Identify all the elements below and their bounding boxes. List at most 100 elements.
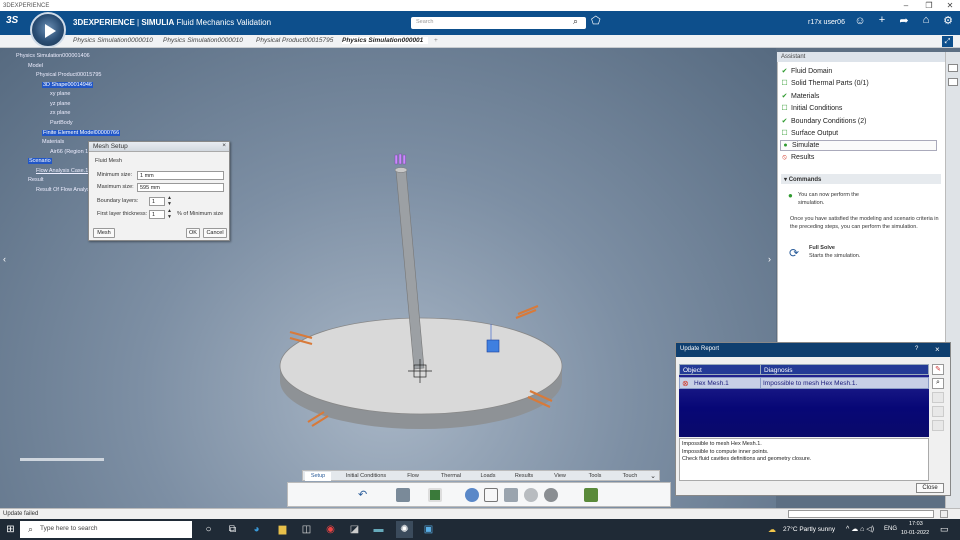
tree-item-result-flow[interactable]: Result Of Flow Analysis: [36, 187, 88, 193]
chrome-icon[interactable]: ◉: [322, 521, 339, 538]
step-fluid-domain[interactable]: ✔ Fluid Domain: [780, 67, 833, 75]
compass-icon[interactable]: [30, 12, 66, 48]
command-toggle-icon[interactable]: [940, 510, 948, 518]
mesh-button[interactable]: Mesh: [93, 228, 115, 238]
first-layer-spinner[interactable]: ▲ ▼: [167, 208, 172, 220]
share-icon[interactable]: ➦: [896, 14, 912, 27]
commands-header[interactable]: ▾ Commands: [781, 174, 941, 184]
close-window-icon[interactable]: ✕: [936, 0, 960, 11]
render-icon[interactable]: [544, 488, 558, 502]
tree-item-partbody[interactable]: PartBody: [50, 120, 73, 126]
chevron-down-icon[interactable]: ⌄: [647, 472, 659, 481]
scroll-left-icon[interactable]: ‹: [3, 254, 6, 264]
mesh-icon[interactable]: [396, 488, 410, 502]
tree-item-3d-shape[interactable]: 3D Shape00014946: [42, 82, 93, 88]
tray-icons[interactable]: ^ ☁ ⌂ ◁): [846, 525, 874, 533]
tab-tools[interactable]: Tools: [585, 472, 605, 481]
tab-physical-product[interactable]: Physical Product00015795: [256, 37, 338, 44]
first-layer-input[interactable]: 1: [149, 210, 165, 219]
tree-item-fem[interactable]: Finite Element Model00000766: [42, 130, 121, 136]
file-explorer-icon[interactable]: ▆: [274, 521, 291, 538]
new-tab-button[interactable]: +: [434, 37, 438, 44]
app2-icon[interactable]: ▣: [420, 521, 437, 538]
tree-item-physical-product[interactable]: Physical Product00015795: [36, 72, 101, 78]
step-surface-output[interactable]: ☐ Surface Output: [780, 129, 838, 137]
search-icon[interactable]: ⌕: [573, 16, 578, 27]
tree-item-result[interactable]: Result: [28, 177, 44, 183]
store-icon[interactable]: ◫: [298, 521, 315, 538]
panel-list-icon[interactable]: [948, 78, 958, 86]
step-boundary-conditions[interactable]: ✔ Boundary Conditions (2): [780, 117, 867, 125]
tree-item-scenario[interactable]: Scenario: [28, 158, 52, 164]
tab-thermal[interactable]: Thermal: [439, 472, 463, 481]
tab-results[interactable]: Results: [511, 472, 537, 481]
task-view-icon[interactable]: ⧉: [224, 521, 241, 538]
clock-time[interactable]: 17:03: [909, 521, 923, 527]
table-row[interactable]: ⊗ Hex Mesh.1 Impossible to mesh Hex Mesh…: [679, 377, 929, 389]
tree-item-xy-plane[interactable]: xy plane: [50, 91, 71, 97]
tab-view[interactable]: View: [551, 472, 569, 481]
photos-icon[interactable]: ▬: [370, 521, 387, 538]
boundary-layers-spinner[interactable]: ▲ ▼: [167, 195, 172, 207]
simulate-icon[interactable]: [584, 488, 598, 502]
close-button[interactable]: Close: [916, 483, 944, 493]
tree-icon[interactable]: [484, 488, 498, 502]
cortana-icon[interactable]: ○: [200, 521, 217, 538]
3dexperience-task-icon[interactable]: ✺: [396, 521, 413, 538]
language-indicator[interactable]: ENG: [884, 526, 897, 532]
close-dialog-icon[interactable]: ×: [935, 345, 940, 354]
step-simulate[interactable]: ● Simulate: [780, 140, 937, 151]
display-icon[interactable]: [428, 488, 442, 502]
col-diagnosis[interactable]: Diagnosis: [764, 367, 793, 374]
tree-item-root[interactable]: Physics Simulation000001406: [16, 53, 90, 59]
tree-item-zx-plane[interactable]: zx plane: [50, 110, 71, 116]
scroll-right-icon[interactable]: ›: [768, 254, 771, 264]
edge-icon[interactable]: ◕: [248, 521, 265, 538]
full-solve-icon[interactable]: ⟳: [789, 246, 799, 260]
tag-icon[interactable]: ⬠: [591, 14, 601, 27]
min-size-input[interactable]: 1 mm: [137, 171, 224, 180]
grid-icon[interactable]: [504, 488, 518, 502]
edit-icon[interactable]: ✎: [932, 364, 944, 375]
search-input[interactable]: Search: [411, 17, 586, 29]
tree-item-yz-plane[interactable]: yz plane: [50, 101, 71, 107]
settings-icon[interactable]: ⚙: [940, 14, 956, 27]
col-object[interactable]: Object: [683, 367, 702, 374]
tab-initial-conditions[interactable]: Initial Conditions: [341, 472, 391, 481]
tab-physics-simulation-1[interactable]: Physics Simulation0000010: [73, 37, 159, 44]
weather-text[interactable]: 27°C Partly sunny: [783, 526, 835, 533]
cancel-button[interactable]: Cancel: [203, 228, 227, 238]
clock-date[interactable]: 10-01-2022: [901, 530, 929, 536]
app-icon[interactable]: ◪: [346, 521, 363, 538]
notification-icon[interactable]: ▭: [940, 524, 949, 535]
fullscreen-icon[interactable]: ⤢: [942, 36, 953, 47]
max-size-input[interactable]: 595 mm: [137, 183, 224, 192]
full-solve-label[interactable]: Full Solve: [809, 245, 869, 253]
dialog-close-icon[interactable]: ×: [222, 142, 226, 149]
step-materials[interactable]: ✔ Materials: [780, 92, 820, 100]
step-initial-conditions[interactable]: ☐ Initial Conditions: [780, 104, 842, 112]
tree-item-flow-case[interactable]: Flow Analysis Case.1: [36, 168, 88, 174]
ok-button[interactable]: OK: [186, 228, 200, 238]
tab-physics-simulation-active[interactable]: Physics Simulation000001: [342, 37, 428, 44]
user-name[interactable]: r17x user06: [808, 19, 845, 26]
command-input[interactable]: [788, 510, 934, 518]
surface-icon[interactable]: [465, 488, 479, 502]
tab-flow[interactable]: Flow: [403, 472, 423, 481]
tab-setup[interactable]: Setup: [305, 472, 331, 481]
windows-start-icon[interactable]: ⊞: [2, 521, 19, 538]
search-icon[interactable]: ⌕: [932, 378, 944, 389]
tree-item-model[interactable]: Model: [28, 63, 43, 69]
boundary-layers-input[interactable]: 1: [149, 197, 165, 206]
material-icon[interactable]: [524, 488, 538, 502]
help-icon[interactable]: ?: [915, 346, 918, 352]
step-results[interactable]: ⦸ Results: [780, 154, 814, 162]
undo-icon[interactable]: ↶: [358, 488, 372, 502]
tree-item-air[interactable]: Air66 (Region 1): [50, 149, 88, 155]
tab-loads[interactable]: Loads: [478, 472, 498, 481]
user-avatar-icon[interactable]: ☺: [852, 15, 868, 27]
tab-touch[interactable]: Touch: [619, 472, 641, 481]
add-icon[interactable]: +: [874, 14, 890, 26]
taskbar-search[interactable]: Type here to search: [20, 521, 192, 538]
home-icon[interactable]: ⌂: [918, 14, 934, 26]
